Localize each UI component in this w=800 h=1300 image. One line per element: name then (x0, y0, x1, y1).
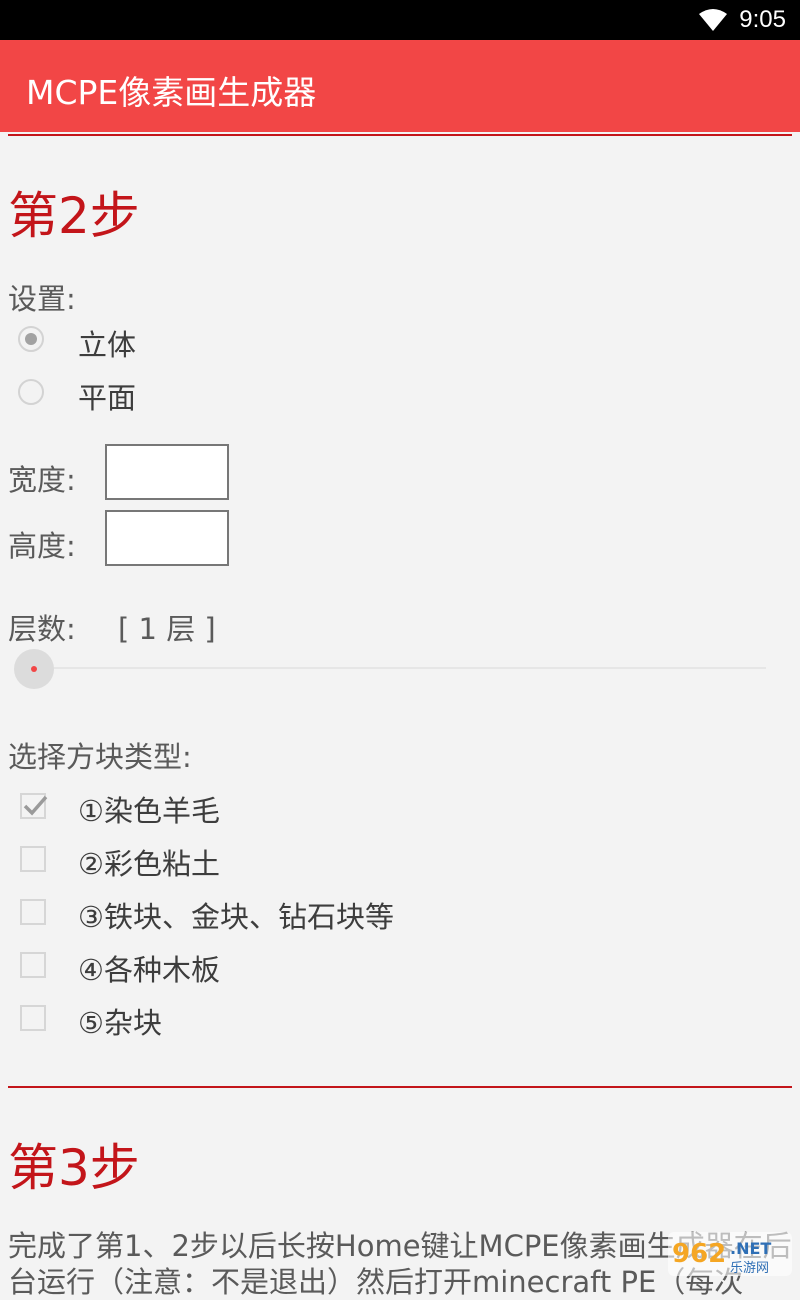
width-label: 宽度: (8, 463, 76, 497)
width-input[interactable] (105, 444, 229, 500)
radio-3d[interactable] (18, 326, 44, 352)
status-clock: 9:05 (739, 6, 786, 33)
checkbox-misc-label[interactable]: ⑤杂块 (78, 1000, 162, 1042)
checkbox-metal-blocks[interactable] (20, 899, 46, 925)
svg-text:962: 962 (672, 1239, 726, 1269)
svg-text:.NET: .NET (730, 1239, 771, 1258)
layers-label: 层数: (8, 612, 76, 646)
radio-flat-label[interactable]: 平面 (78, 375, 136, 417)
app-bar: MCPE像素画生成器 (0, 40, 800, 132)
radio-3d-label[interactable]: 立体 (78, 322, 136, 364)
watermark-logo: 962 .NET 乐游网 (668, 1232, 792, 1276)
step3-title: 第3步 (8, 1139, 140, 1197)
step2-title: 第2步 (8, 187, 140, 245)
status-bar: 9:05 (0, 0, 800, 40)
radio-flat[interactable] (18, 379, 44, 405)
height-input[interactable] (105, 510, 229, 566)
checkbox-planks-label[interactable]: ④各种木板 (78, 947, 220, 989)
layers-slider-track[interactable] (34, 667, 766, 669)
checkbox-planks[interactable] (20, 952, 46, 978)
check-icon (23, 795, 48, 816)
checkbox-misc[interactable] (20, 1005, 46, 1031)
settings-label: 设置: (8, 282, 76, 316)
layers-value: [ 1 层 ] (118, 612, 216, 646)
checkbox-metal-blocks-label[interactable]: ③铁块、金块、钻石块等 (78, 894, 394, 936)
layers-slider-thumb[interactable] (14, 649, 54, 689)
section-divider (8, 134, 792, 136)
checkbox-wool[interactable] (20, 793, 48, 819)
section-divider (8, 1086, 792, 1088)
checkbox-clay-label[interactable]: ②彩色粘土 (78, 841, 220, 883)
block-type-label: 选择方块类型: (8, 740, 192, 774)
checkbox-wool-label[interactable]: ①染色羊毛 (78, 788, 220, 830)
svg-text:乐游网: 乐游网 (730, 1261, 769, 1276)
height-label: 高度: (8, 529, 76, 563)
app-title: MCPE像素画生成器 (26, 73, 317, 112)
checkbox-clay[interactable] (20, 846, 46, 872)
wifi-icon (699, 9, 727, 31)
